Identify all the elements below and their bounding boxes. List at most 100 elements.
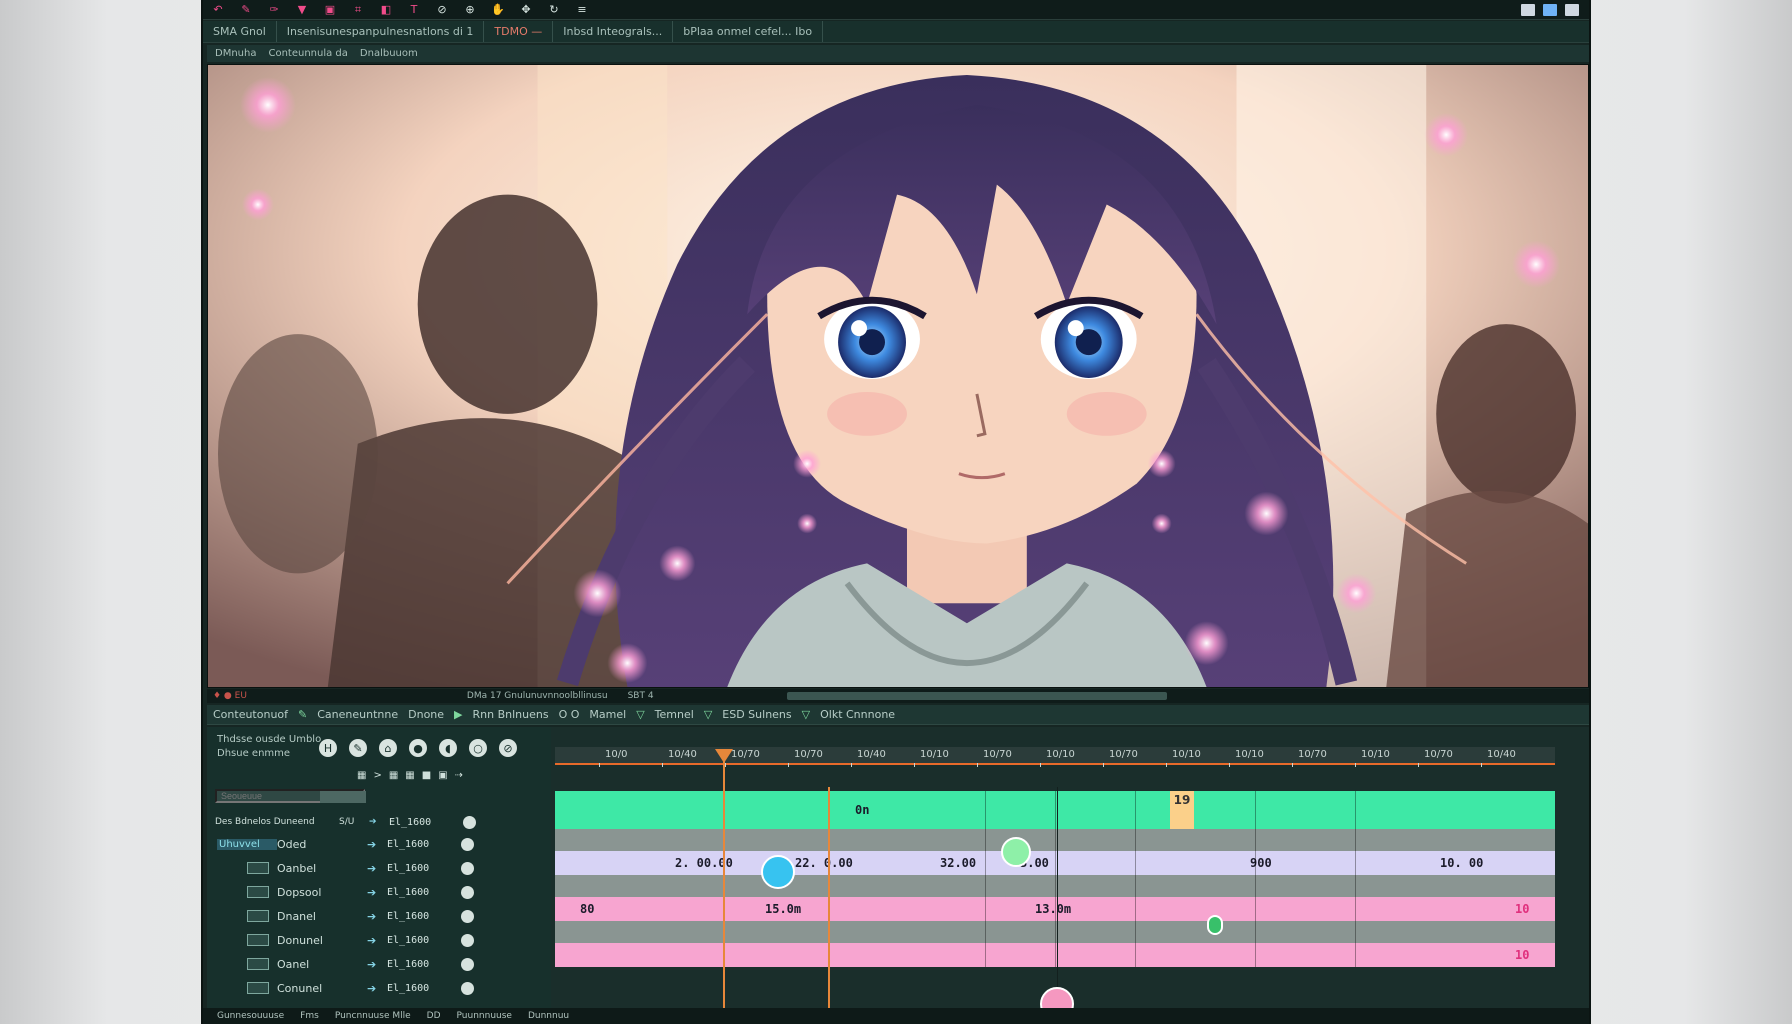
panel-tab[interactable]: Olkt Cnnnone (820, 708, 895, 721)
visibility-icon[interactable] (461, 861, 474, 875)
link-icon[interactable]: ⇢ (455, 770, 463, 781)
ruler-tick-label: 10/70 (731, 749, 760, 760)
filter-icon[interactable]: ▽ (704, 708, 712, 721)
layer-search-filter[interactable] (320, 791, 366, 803)
arrow-icon[interactable]: > (373, 770, 381, 781)
undo-icon[interactable]: ↶ (209, 3, 227, 17)
close-icon[interactable] (1565, 3, 1579, 16)
timeline-track[interactable] (555, 875, 1555, 897)
panel-tab[interactable]: O O (559, 708, 580, 721)
visibility-icon[interactable] (461, 885, 474, 899)
rotate-icon[interactable]: ↻ (545, 3, 563, 17)
doc-tab[interactable]: TDMO — (484, 21, 554, 42)
layer-row[interactable]: Donunel ➔ El_1600 (211, 929, 545, 951)
drop-icon[interactable]: ● (409, 739, 427, 757)
hand-icon[interactable]: ✋ (489, 3, 507, 17)
layer-row[interactable]: Dopsool ➔ El_1600 (211, 881, 545, 903)
select-icon[interactable]: ▣ (321, 3, 339, 17)
minimize-icon[interactable] (1521, 3, 1535, 16)
path-item[interactable]: Dnalbuuom (360, 48, 418, 59)
layer-name: Dopsool (277, 885, 322, 899)
panel-tab[interactable]: Temnel (655, 708, 694, 721)
keyframe-blue[interactable] (761, 855, 795, 889)
visibility-icon[interactable] (463, 815, 476, 829)
visibility-icon[interactable] (461, 909, 474, 923)
layers-icon[interactable]: ≡ (573, 3, 591, 17)
layer-tools: H ✎ ⌂ ● ◖ ○ ⊘ (319, 739, 517, 757)
track-badge: 19 (1170, 791, 1194, 829)
visibility-icon[interactable] (461, 981, 474, 995)
text-icon[interactable]: T (405, 3, 423, 17)
arrow-icon: ➔ (367, 861, 377, 875)
timeline-track[interactable]: 0n 19 (555, 791, 1555, 829)
no-icon[interactable]: ⊘ (499, 739, 517, 757)
eyedropper-icon[interactable]: ⊘ (433, 3, 451, 17)
viewer-scrollbar[interactable] (787, 692, 1167, 700)
pen-icon[interactable]: ✑ (265, 3, 283, 17)
preview-viewer[interactable] (207, 64, 1589, 688)
panel-tab[interactable]: Rnn Bnlnuens (473, 708, 549, 721)
playhead[interactable] (723, 753, 725, 1024)
doc-tab[interactable]: bPlaa onmel cefel... Ibo (673, 21, 824, 42)
pen-tool-icon[interactable]: ✎ (349, 739, 367, 757)
copy-icon[interactable]: ▦ (405, 770, 414, 781)
timeline-track[interactable]: 80 15.0m 13.0m 10 (555, 897, 1555, 921)
lock-icon[interactable]: ▣ (438, 770, 447, 781)
ruler-tick-label: 10/70 (794, 749, 823, 760)
timeline-track[interactable] (555, 829, 1555, 851)
square-icon[interactable]: ■ (422, 770, 431, 781)
layer-row[interactable]: Oanel ➔ El_1600 (211, 953, 545, 975)
circle-icon[interactable]: ○ (469, 739, 487, 757)
track-divider (1055, 921, 1056, 943)
maximize-icon[interactable] (1543, 3, 1557, 16)
zoom-icon[interactable]: ⊕ (461, 3, 479, 17)
move-icon[interactable]: ✥ (517, 3, 535, 17)
keyframe-small[interactable] (1207, 915, 1223, 935)
grid-icon[interactable]: ▦ (389, 770, 398, 781)
timeline-track[interactable] (555, 921, 1555, 943)
layer-row[interactable]: Uhuvvel Oded ➔ El_1600 (211, 833, 545, 855)
timeline-track[interactable]: 2. 00.00 22. 0.00 32.00 3.00 900 10. 00 (555, 851, 1555, 875)
layers-panel-title: Thdsse ousde Umblo Dhsue enmme (217, 734, 322, 759)
fill-icon[interactable]: ▼ (293, 3, 311, 17)
visibility-icon[interactable] (461, 933, 474, 947)
visibility-icon[interactable] (461, 837, 474, 851)
doc-tab[interactable]: Insenisunespanpulnesnatlons di 1 (277, 21, 485, 42)
layer-row[interactable]: Dnanel ➔ El_1600 (211, 905, 545, 927)
doc-tab[interactable]: Inbsd Inteograls... (553, 21, 674, 42)
panel-tab[interactable]: Dnone (408, 708, 444, 721)
layer-row[interactable]: Oanbel ➔ El_1600 (211, 857, 545, 879)
play-icon[interactable]: ▶ (454, 708, 462, 721)
panel-tab[interactable]: Caneneuntnne (317, 708, 398, 721)
heading-tool-icon[interactable]: H (319, 739, 337, 757)
track-divider (1055, 943, 1056, 967)
panel-tab[interactable]: Conteutonuof (213, 708, 288, 721)
path-item[interactable]: Conteunnula da (268, 48, 347, 59)
playhead-secondary[interactable] (828, 787, 830, 1024)
timeline-track[interactable]: 10 (555, 943, 1555, 967)
keyframe-green[interactable] (1001, 837, 1031, 867)
timeline-ruler[interactable]: 10/0 10/40 10/70 10/70 10/40 10/10 10/70 10/10 1… (555, 747, 1555, 767)
eraser-icon[interactable]: ◧ (377, 3, 395, 17)
panel-tab[interactable]: Mamel (589, 708, 626, 721)
ruler-tick-label: 10/10 (1361, 749, 1390, 760)
track-divider (1055, 897, 1056, 921)
timeline-panel[interactable]: 10/0 10/40 10/70 10/70 10/40 10/10 10/70 10/10 1… (551, 727, 1589, 1024)
character-illustration (208, 65, 1588, 687)
visibility-icon[interactable] (461, 957, 474, 971)
doc-tab[interactable]: SMA Gnol (203, 21, 277, 42)
filter-icon[interactable]: ▽ (802, 708, 810, 721)
path-item[interactable]: DMnuha (215, 48, 256, 59)
shape-icon[interactable]: ◖ (439, 739, 457, 757)
filter-icon[interactable]: ▽ (636, 708, 644, 721)
layer-value: El_1600 (387, 886, 430, 898)
playhead-handle-icon[interactable] (715, 749, 733, 763)
layer-row[interactable]: Conunel ➔ El_1600 (211, 977, 545, 999)
panel-tab[interactable]: ESD Sulnens (722, 708, 791, 721)
add-layer-icon[interactable]: ▦ (357, 770, 366, 781)
crop-icon[interactable]: ⌗ (349, 3, 367, 17)
brush-icon[interactable]: ✎ (237, 3, 255, 17)
trash-icon[interactable]: ⌂ (379, 739, 397, 757)
panel-tab-bar: Conteutonuof ✎ Caneneuntnne Dnone ▶ Rnn … (207, 705, 1589, 725)
layer-value: El_1600 (387, 982, 430, 994)
